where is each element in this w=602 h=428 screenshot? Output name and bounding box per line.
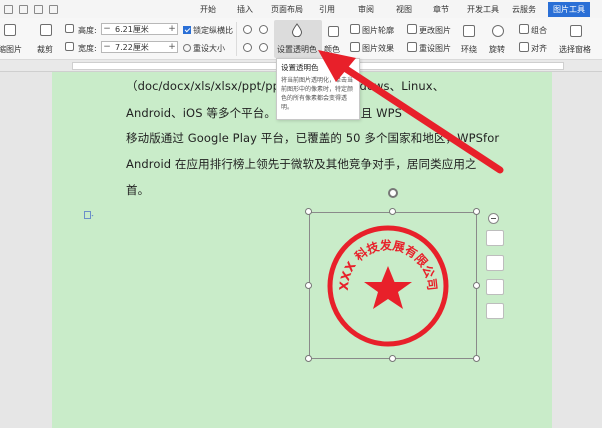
width-value[interactable]: 7.22厘米 bbox=[112, 42, 167, 53]
tab-view[interactable]: 视图 bbox=[396, 4, 412, 15]
set-transparent-label: 设置透明色 bbox=[277, 45, 317, 54]
picture-outline-button[interactable]: 图片轮廓 bbox=[362, 25, 394, 36]
width-input[interactable]: − 7.22厘米 + bbox=[101, 41, 178, 53]
height-input[interactable]: − 6.21厘米 + bbox=[101, 23, 178, 35]
tab-developer[interactable]: 开发工具 bbox=[467, 4, 499, 15]
resize-handle-nw[interactable] bbox=[305, 208, 312, 215]
water-drop-icon bbox=[291, 23, 303, 37]
tab-picture-tools[interactable]: 图片工具 bbox=[548, 2, 590, 17]
picture-effect-icon bbox=[350, 42, 360, 52]
group-button[interactable]: 组合 bbox=[531, 25, 547, 36]
width-icon bbox=[65, 42, 74, 51]
wrap-button[interactable]: 环绕 bbox=[461, 44, 477, 55]
resize-handle-s[interactable] bbox=[389, 355, 396, 362]
color-icon bbox=[328, 26, 339, 37]
zoom-picture-icon[interactable] bbox=[486, 255, 504, 271]
tab-cloud[interactable]: 云服务 bbox=[512, 4, 536, 15]
align-icon bbox=[519, 42, 529, 52]
height-label: 高度: bbox=[78, 26, 97, 35]
document-line-2: Android、iOS 等多个平台。W 和移动办公。且 WPS bbox=[126, 106, 403, 120]
contrast-icon[interactable] bbox=[259, 25, 268, 34]
crop-picture-icon[interactable] bbox=[486, 279, 504, 295]
tab-section[interactable]: 章节 bbox=[433, 4, 449, 15]
rotate-button[interactable]: 旋转 bbox=[489, 44, 505, 55]
reset-picture-icon bbox=[407, 42, 417, 52]
color-button[interactable]: 颜色 bbox=[324, 44, 340, 55]
reset-icon bbox=[183, 44, 191, 52]
ribbon-separator bbox=[236, 22, 237, 56]
reset-size-label: 重设大小 bbox=[193, 44, 225, 53]
print-icon[interactable] bbox=[4, 4, 13, 14]
paragraph-layout-icon[interactable] bbox=[84, 211, 94, 220]
picture-settings-icon[interactable] bbox=[486, 303, 504, 319]
height-icon bbox=[65, 24, 74, 33]
brightness-icon[interactable] bbox=[243, 25, 252, 34]
width-decrease-button[interactable]: − bbox=[102, 42, 112, 52]
resize-handle-n[interactable] bbox=[389, 208, 396, 215]
document-page[interactable] bbox=[52, 72, 552, 428]
document-line-3: 移动版通过 Google Play 平台，已覆盖的 50 多个国家和地区，WPS… bbox=[126, 131, 500, 145]
height-value[interactable]: 6.21厘米 bbox=[112, 24, 167, 35]
undo-icon[interactable] bbox=[49, 4, 58, 14]
resize-handle-w[interactable] bbox=[305, 282, 312, 289]
picture-outline-icon bbox=[350, 24, 360, 34]
collapse-toolbar-button[interactable] bbox=[488, 213, 499, 224]
document-line-5: 首。 bbox=[126, 183, 150, 197]
select-pane-icon bbox=[570, 25, 582, 37]
tab-page-layout[interactable]: 页面布局 bbox=[271, 4, 303, 15]
reset-size-button[interactable]: 重设大小 bbox=[183, 43, 225, 54]
tab-review[interactable]: 审阅 bbox=[358, 4, 374, 15]
picture-effect-button[interactable]: 图片效果 bbox=[362, 43, 394, 54]
brightness-down-icon[interactable] bbox=[243, 43, 252, 52]
tooltip-description: 将当前图片透明化，单击当前图形中的像素时，特定颜色的所有像素都会变得透明。 bbox=[281, 77, 354, 111]
height-decrease-button[interactable]: − bbox=[102, 24, 112, 34]
height-increase-button[interactable]: + bbox=[167, 24, 177, 34]
compress-picture-icon bbox=[4, 24, 16, 36]
width-increase-button[interactable]: + bbox=[167, 42, 177, 52]
document-line-4: Android 在应用排行榜上领先于微软及其他竞争对手，居同类应用之 bbox=[126, 157, 477, 171]
change-picture-button[interactable]: 更改图片 bbox=[419, 25, 451, 36]
quick-access-toolbar bbox=[0, 4, 150, 14]
resize-handle-se[interactable] bbox=[473, 355, 480, 362]
tooltip-title: 设置透明色 bbox=[281, 63, 319, 72]
lock-ratio-checkbox[interactable]: 锁定纵横比 bbox=[183, 25, 233, 36]
crop-button[interactable]: 裁剪 bbox=[37, 44, 53, 55]
wrap-icon bbox=[463, 25, 475, 37]
layout-options-icon[interactable] bbox=[486, 230, 504, 246]
rotate-icon bbox=[492, 25, 504, 37]
save-icon[interactable] bbox=[34, 4, 43, 14]
stamp-star-icon bbox=[364, 266, 412, 309]
checkbox-checked-icon bbox=[183, 26, 191, 34]
width-label: 宽度: bbox=[78, 44, 97, 53]
lock-ratio-label: 锁定纵横比 bbox=[193, 26, 233, 35]
menu-bar: 开始 插入 页面布局 引用 审阅 视图 章节 开发工具 云服务 图片工具 bbox=[0, 0, 602, 18]
align-button[interactable]: 对齐 bbox=[531, 43, 547, 54]
resize-handle-e[interactable] bbox=[473, 282, 480, 289]
resize-handle-sw[interactable] bbox=[305, 355, 312, 362]
company-stamp: XXX 科技发展有限公司 bbox=[327, 225, 449, 347]
set-transparent-tooltip: 设置透明色 将当前图片透明化，单击当前图形中的像素时，特定颜色的所有像素都会变得… bbox=[276, 58, 360, 120]
resize-handle-ne[interactable] bbox=[473, 208, 480, 215]
crop-icon bbox=[40, 24, 52, 36]
reset-picture-button[interactable]: 重设图片 bbox=[419, 43, 451, 54]
rotate-handle[interactable] bbox=[388, 188, 398, 198]
contrast-down-icon[interactable] bbox=[259, 43, 268, 52]
change-picture-icon bbox=[407, 24, 417, 34]
tab-home[interactable]: 开始 bbox=[200, 4, 216, 15]
tab-references[interactable]: 引用 bbox=[319, 4, 335, 15]
compress-picture-button[interactable]: 缩图片 bbox=[0, 44, 22, 55]
tab-insert[interactable]: 插入 bbox=[237, 4, 253, 15]
group-icon bbox=[519, 24, 529, 34]
preview-icon[interactable] bbox=[19, 4, 28, 14]
select-pane-button[interactable]: 选择窗格 bbox=[559, 44, 591, 55]
